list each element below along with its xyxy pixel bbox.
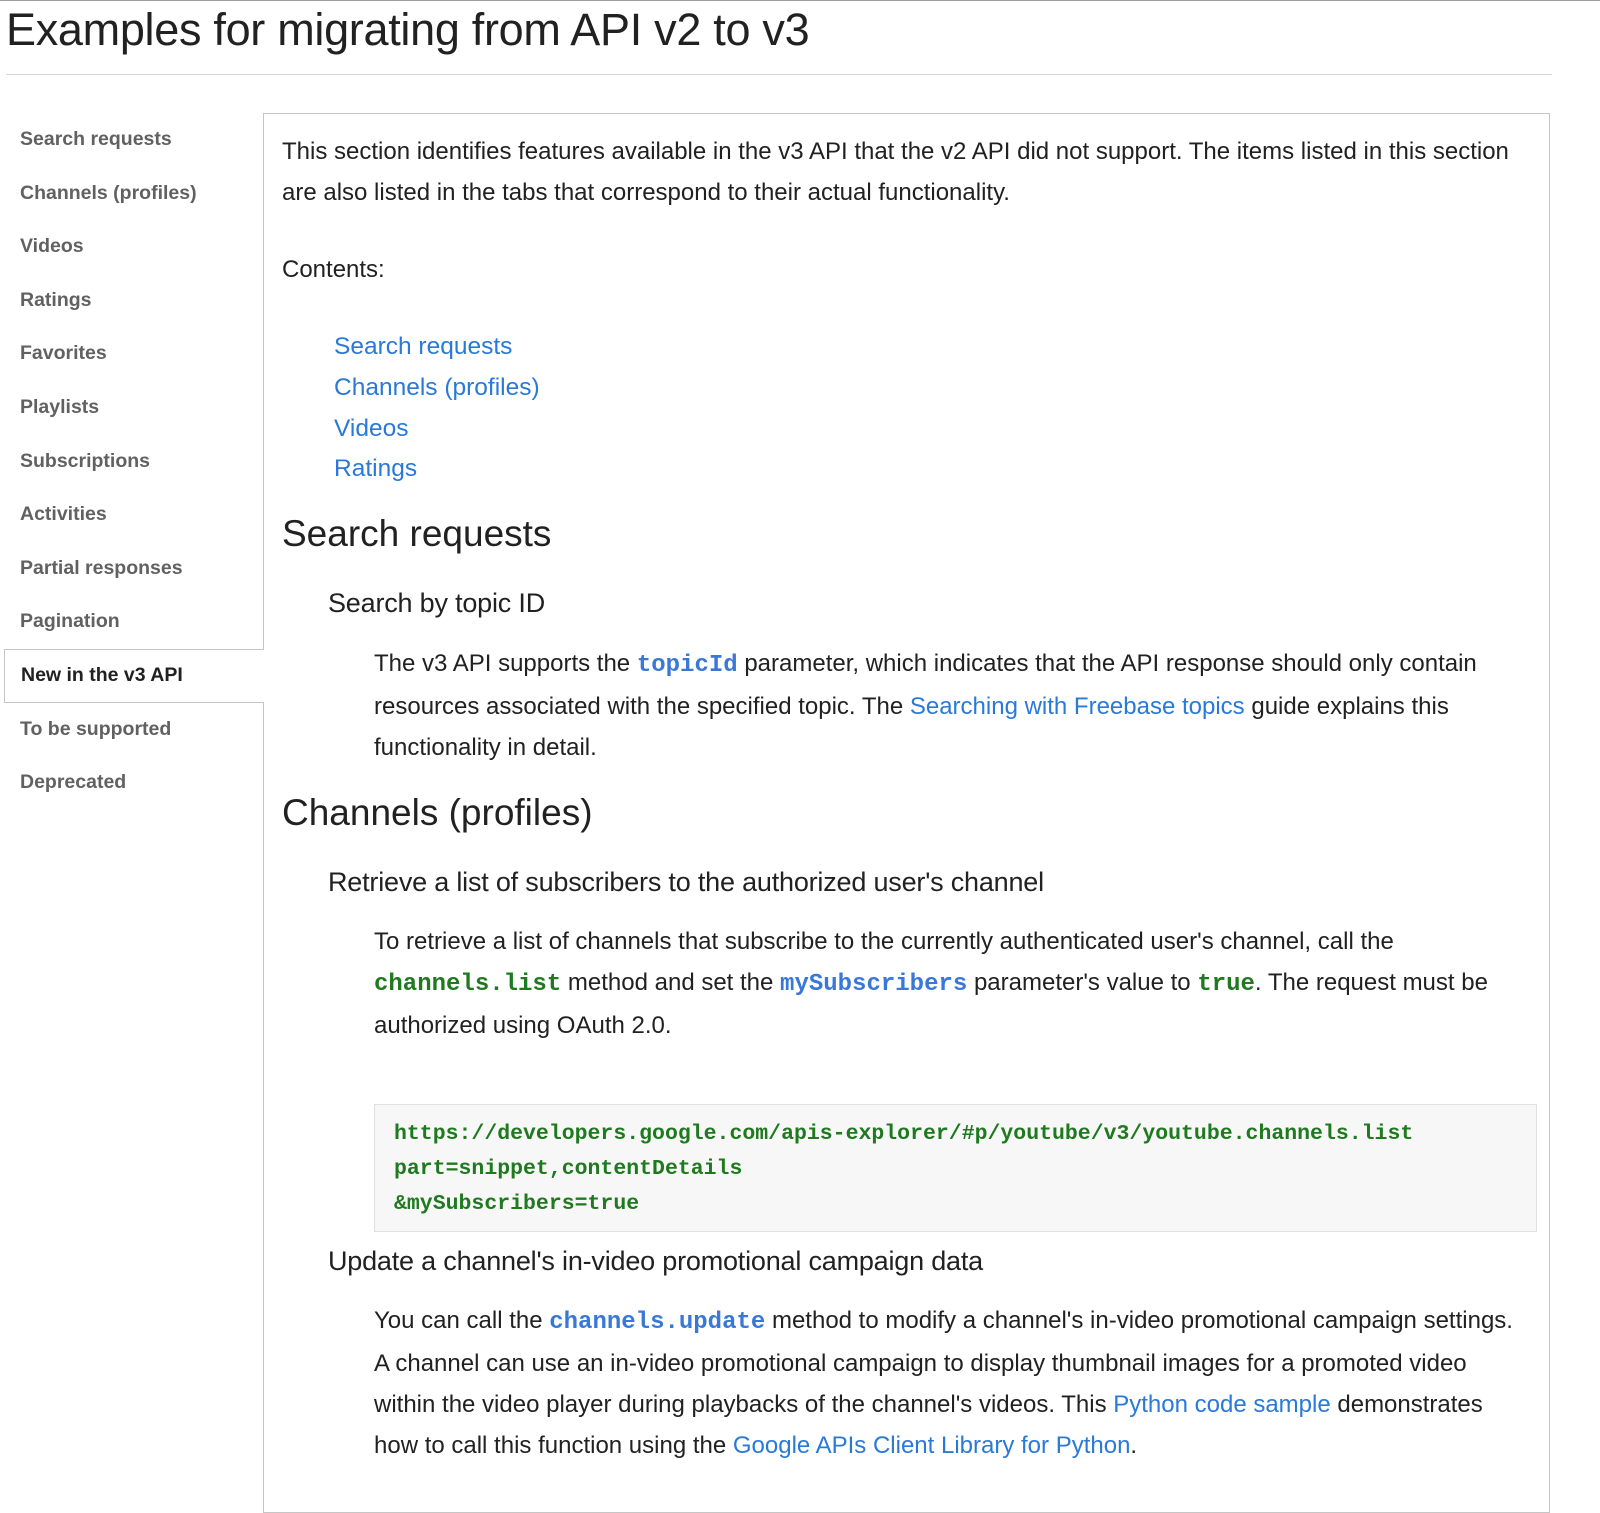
link-freebase-guide[interactable]: Searching with Freebase topics: [910, 693, 1245, 720]
page-title: Examples for migrating from API v2 to v3: [6, 4, 810, 55]
toc-link-videos[interactable]: Videos: [334, 409, 540, 450]
sidebar-item-pagination[interactable]: Pagination: [0, 595, 264, 649]
sidebar-item-activities[interactable]: Activities: [0, 488, 264, 542]
subheading-search-by-topic: Search by topic ID: [328, 588, 546, 618]
sidebar-item-videos[interactable]: Videos: [0, 220, 264, 274]
code-channels-list: channels.list: [374, 971, 562, 998]
toc-link-search-requests[interactable]: Search requests: [334, 327, 540, 368]
sidebar-item-to-be-supported[interactable]: To be supported: [0, 703, 264, 757]
contents-label: Contents:: [282, 256, 385, 283]
heading-search-requests: Search requests: [282, 513, 552, 554]
link-python-sample[interactable]: Python code sample: [1113, 1391, 1330, 1418]
sidebar-item-new-in-v3[interactable]: New in the v3 API: [4, 648, 264, 703]
code-channels-update-link[interactable]: channels.update: [549, 1309, 765, 1336]
heading-channels: Channels (profiles): [282, 792, 593, 833]
sidebar-item-partial-responses[interactable]: Partial responses: [0, 542, 264, 596]
code-mysubscribers-link[interactable]: mySubscribers: [780, 971, 967, 998]
sidebar-item-search-requests[interactable]: Search requests: [0, 113, 264, 167]
campaign-paragraph: You can call the channels.update method …: [374, 1307, 1513, 1459]
topic-paragraph: The v3 API supports the topicId paramete…: [374, 650, 1477, 761]
subheading-retrieve-subscribers: Retrieve a list of subscribers to the au…: [328, 867, 1044, 897]
code-line: &mySubscribers=true: [394, 1192, 640, 1216]
sidebar-item-deprecated[interactable]: Deprecated: [0, 756, 264, 810]
sidebar-item-subscriptions[interactable]: Subscriptions: [0, 435, 264, 489]
sidebar-nav: Search requests Channels (profiles) Vide…: [0, 113, 264, 810]
intro-paragraph: This section identifies features availab…: [282, 138, 1509, 206]
content-panel: This section identifies features availab…: [263, 113, 1550, 1513]
sidebar-item-ratings[interactable]: Ratings: [0, 274, 264, 328]
subscribers-paragraph: To retrieve a list of channels that subs…: [374, 928, 1488, 1039]
code-line: part=snippet,contentDetails: [394, 1157, 743, 1181]
subheading-update-campaign: Update a channel's in-video promotional …: [328, 1246, 983, 1276]
table-of-contents: Search requests Channels (profiles) Vide…: [334, 327, 540, 490]
code-line: https://developers.google.com/apis-explo…: [394, 1122, 1414, 1146]
code-sample-box: https://developers.google.com/apis-explo…: [374, 1104, 1537, 1232]
title-divider: [6, 74, 1552, 75]
code-true: true: [1197, 971, 1255, 998]
toc-link-ratings[interactable]: Ratings: [334, 449, 540, 490]
sidebar-item-favorites[interactable]: Favorites: [0, 327, 264, 381]
toc-link-channels[interactable]: Channels (profiles): [334, 368, 540, 409]
sidebar-item-channels[interactable]: Channels (profiles): [0, 167, 264, 221]
link-google-apis-library[interactable]: Google APIs Client Library for Python: [733, 1432, 1131, 1459]
top-border: [0, 0, 1600, 1]
sidebar-item-playlists[interactable]: Playlists: [0, 381, 264, 435]
code-topicid-link[interactable]: topicId: [637, 652, 738, 679]
